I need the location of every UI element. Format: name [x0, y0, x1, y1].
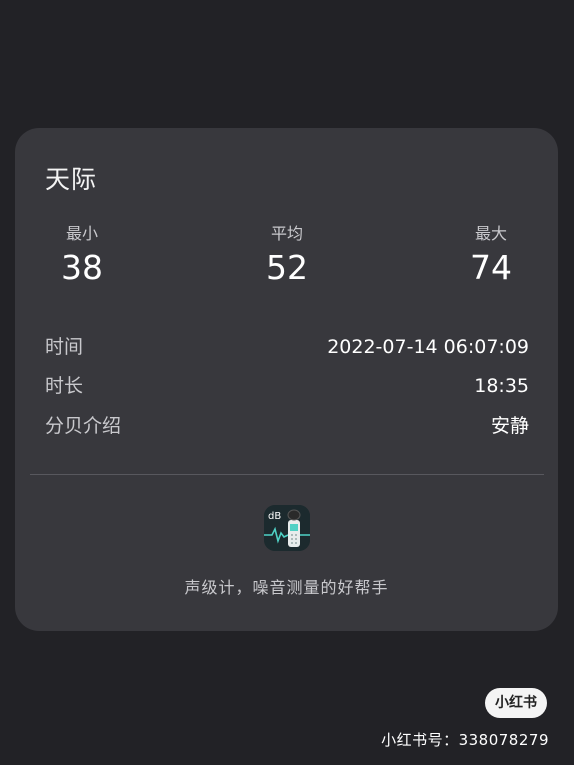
info-row-description: 分贝介绍 安静 — [45, 413, 529, 439]
duration-value: 18:35 — [474, 375, 529, 397]
app-icon-text: dB — [268, 511, 281, 522]
info-row-duration: 时长 18:35 — [45, 373, 529, 399]
xiaohongshu-id: 小红书号：338078279 — [381, 731, 549, 749]
time-label: 时间 — [45, 336, 84, 358]
decibel-meter-app-icon: dB — [264, 505, 310, 551]
divider — [30, 474, 544, 475]
description-value: 安静 — [490, 415, 529, 437]
stat-avg-value: 52 — [266, 248, 308, 287]
stat-max: 最大 74 — [431, 224, 551, 288]
sound-level-card: 天际 最小 38 平均 52 最大 74 时间 2022-07-14 06:07… — [15, 128, 558, 631]
duration-label: 时长 — [45, 375, 84, 397]
stat-max-label: 最大 — [474, 224, 507, 243]
time-value: 2022-07-14 06:07:09 — [327, 336, 529, 358]
stat-avg: 平均 52 — [227, 224, 347, 288]
stat-min-value: 38 — [61, 248, 103, 287]
stat-max-value: 74 — [470, 248, 512, 287]
stat-min-label: 最小 — [65, 224, 98, 243]
stat-avg-label: 平均 — [270, 224, 303, 243]
description-label: 分贝介绍 — [45, 415, 122, 437]
card-title: 天际 — [45, 165, 98, 194]
xiaohongshu-logo: 小红书 — [485, 688, 547, 718]
stat-min: 最小 38 — [22, 224, 142, 288]
info-row-time: 时间 2022-07-14 06:07:09 — [45, 334, 529, 360]
app-tagline: 声级计，噪音测量的好帮手 — [184, 578, 389, 597]
